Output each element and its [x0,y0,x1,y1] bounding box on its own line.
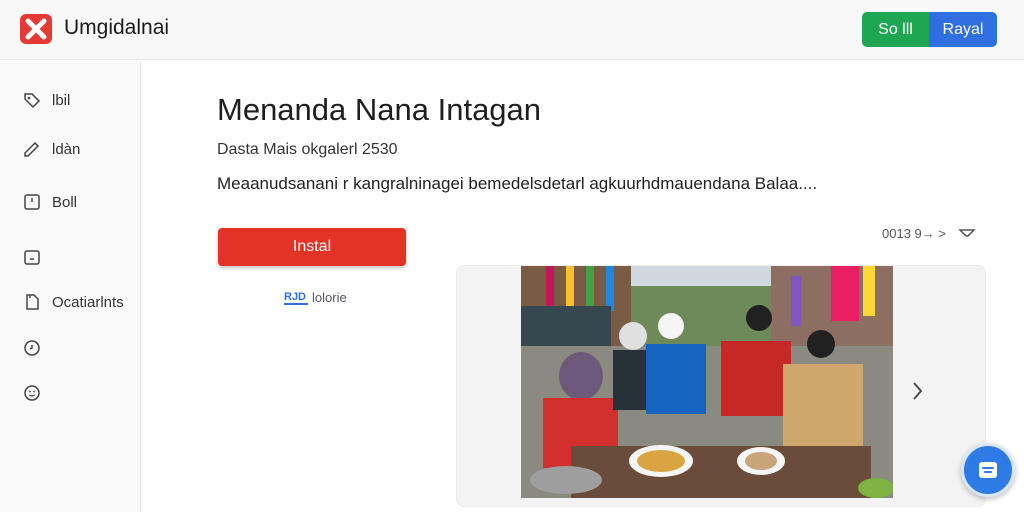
top-bar: Umgidalnai So lll Rayal [0,0,1024,60]
window-icon [24,194,40,210]
publisher-badge: RJD [284,290,308,305]
screenshot-gallery [456,265,986,507]
size-info-text: 0013 9→ > [882,226,946,241]
publisher-link[interactable]: RJD lolorie [284,290,347,305]
secondary-action-button[interactable]: Rayal [929,12,997,47]
document-icon [26,294,39,310]
inbox-icon [979,462,997,478]
sidebar-item-label: ldàn [52,140,81,158]
edit-icon [24,141,40,157]
page-title: Menanda Nana Intagan [217,92,542,127]
sidebar: lbil ldàn Boll Ocatiarlnts [0,61,141,512]
sidebar-item-1[interactable]: lbil [22,90,70,110]
app-title: Umgidalnai [64,16,170,39]
app-description: Meaanudsanani r kangralninagei bemedelsd… [217,174,818,193]
sidebar-item-5[interactable]: Ocatiarlnts [22,292,124,312]
sidebar-item-3[interactable]: Boll [22,192,77,212]
sidebar-item-7[interactable] [22,383,52,403]
sidebar-item-4[interactable] [22,247,52,267]
chat-fab-button[interactable] [961,443,1015,497]
chevron-right-icon[interactable] [909,379,925,403]
gallery-photo[interactable] [521,266,893,498]
header-button-group: So lll Rayal [862,12,997,47]
sidebar-item-label: Boll [52,193,78,211]
calendar-icon [24,250,40,265]
x-logo-icon [20,14,52,44]
clock-icon [24,340,40,356]
tag-icon [24,93,41,109]
install-button[interactable]: Instal [218,228,406,266]
publisher-link-label: lolorie [312,290,347,305]
sidebar-item-2[interactable]: ldàn [22,139,80,159]
sidebar-item-label: lbil [52,91,71,109]
size-info: 0013 9→ > [882,226,976,241]
primary-action-button[interactable]: So lll [862,12,929,47]
app-meta: Dasta Mais okgalerl 2530 [217,141,398,158]
sidebar-item-label: Ocatiarlnts [52,293,124,311]
sidebar-item-6[interactable] [22,338,52,358]
smiley-icon [24,385,40,401]
filter-icon[interactable] [958,227,976,241]
